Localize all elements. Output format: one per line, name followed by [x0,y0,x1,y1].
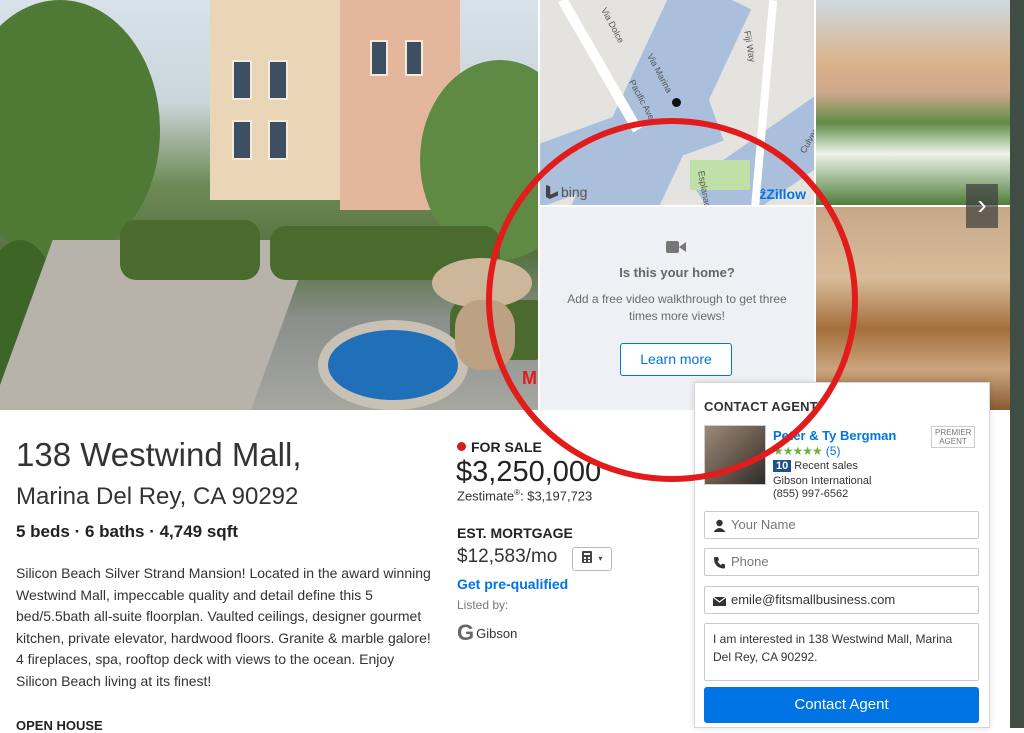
bing-logo: bing [546,184,587,200]
name-field[interactable]: Your Name [704,511,979,539]
map-pin-icon [672,98,681,107]
status-badge: FOR SALE [457,439,542,455]
promo-text: Add a free video walkthrough to get thre… [567,292,787,323]
map-thumbnail[interactable]: Via Dolce Via Marina Pacific Ave Fiji Wa… [540,0,814,205]
get-prequalified-link[interactable]: Get pre-qualified [457,576,568,592]
side-photo-edge [1010,0,1024,728]
zillow-logo: ẑZillow [759,186,806,202]
broker-logo: G Gibson [457,620,518,645]
next-photo-button[interactable]: › [966,184,998,228]
map-street-label: Via Dolce [599,6,627,45]
video-camera-icon [666,241,686,253]
message-field[interactable]: I am interested in 138 Westwind Mall, Ma… [704,623,979,681]
promo-title: Is this your home? [619,265,735,280]
property-facts: 5 beds · 6 baths · 4,749 sqft [16,522,239,541]
chevron-down-icon: ▾ [598,554,603,563]
status-dot-icon [457,442,466,451]
photo-thumbnail[interactable] [816,207,1010,410]
main-photo[interactable]: M [0,0,538,410]
envelope-icon [713,596,726,606]
agent-photo [704,425,766,485]
zestimate: Zestimate®: $3,197,723 [457,488,593,504]
email-field[interactable]: emile@fitsmallbusiness.com [704,586,979,614]
learn-more-button[interactable]: Learn more [620,343,732,376]
agent-phone: (855) 997-6562 [773,488,849,500]
photo-thumbnail[interactable] [816,0,1010,205]
phone-field[interactable]: Phone [704,548,979,576]
calculator-icon [581,551,592,563]
recent-sales: 10 Recent sales [773,460,858,472]
agent-brokerage: Gibson International [773,475,872,487]
map-street-label: Fiji Way [742,30,758,63]
contact-title: CONTACT AGENT [704,399,818,414]
gibson-logo-icon: G [457,620,475,645]
star-rating-icon: ★★★★★ [773,444,823,458]
property-description: Silicon Beach Silver Strand Mansion! Loc… [16,565,431,689]
agent-name-link[interactable]: Peter & Ty Bergman [773,428,896,443]
address-line-2: Marina Del Rey, CA 90292 [16,483,299,510]
review-count[interactable]: (5) [826,444,841,458]
contact-agent-panel: CONTACT AGENT Peter & Ty Bergman PREMIER… [694,382,990,728]
premier-agent-badge: PREMIER AGENT [931,426,975,448]
listed-by-label: Listed by: [457,598,509,612]
contact-agent-button[interactable]: Contact Agent [704,687,979,723]
calculator-dropdown[interactable]: ▾ [572,547,612,571]
agent-rating[interactable]: ★★★★★ (5) [773,444,840,458]
open-house-heading: OPEN HOUSE [16,718,103,733]
photo-watermark: M [522,368,537,388]
user-icon [713,519,726,532]
bing-icon [546,185,558,199]
phone-icon [714,557,725,569]
listing-price: $3,250,000 [456,456,602,488]
address-line-1: 138 Westwind Mall, [16,436,302,473]
mortgage-label: EST. MORTGAGE [457,525,573,541]
mortgage-value: $12,583/mo [457,546,558,567]
video-promo-panel: Is this your home? Add a free video walk… [540,207,814,410]
